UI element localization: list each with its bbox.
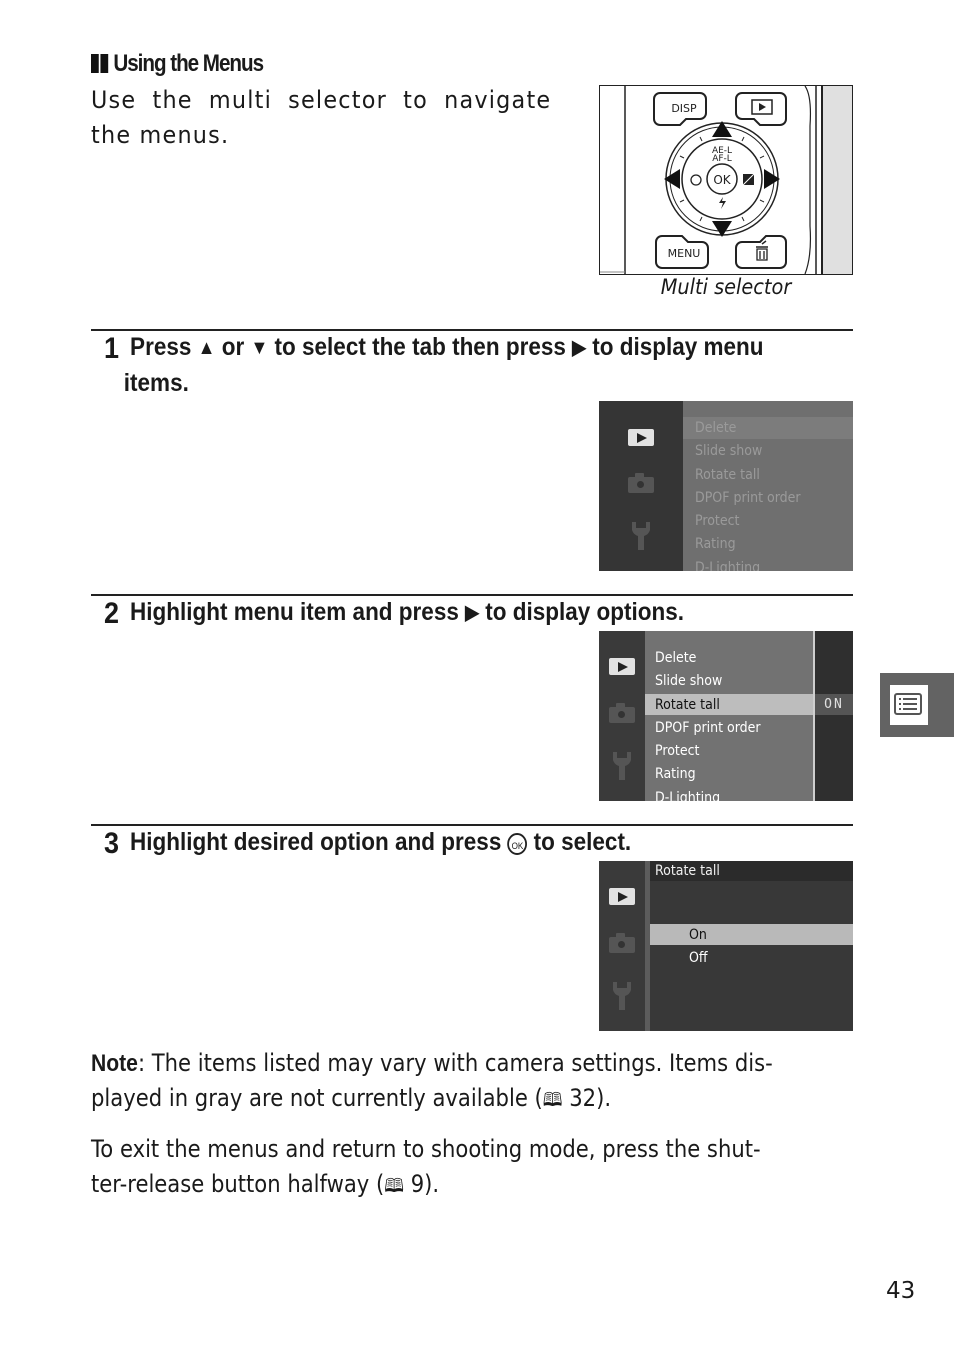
svg-text:MENU: MENU [668, 247, 701, 260]
value-panel: ON [815, 631, 853, 801]
menu-list: Delete Slide show Rotate tall DPOF print or… [683, 417, 801, 571]
step-text: to select. [533, 828, 632, 856]
up-arrow-icon: ▲ [197, 337, 216, 359]
delete-button-icon [735, 235, 787, 269]
ok-button-icon: OK [507, 833, 528, 855]
step-text: to display options. [485, 598, 684, 626]
menu-item[interactable]: D-Lighting [683, 557, 801, 571]
book-reference-icon: 🕮 [384, 1175, 404, 1197]
book-reference-icon: 🕮 [542, 1089, 563, 1111]
current-value: ON [815, 694, 853, 715]
exit-text: ). [424, 1170, 440, 1198]
step-2-instruction: 2 Highlight menu item and press ▶ to dis… [104, 595, 684, 631]
svg-text:OK: OK [713, 173, 731, 187]
section-heading: Using the Menus [91, 50, 264, 78]
setup-tab-icon [613, 752, 631, 780]
step-text: to display menu [592, 333, 764, 361]
exit-text: To exit the menus and return to shooting… [91, 1135, 761, 1163]
panel-divider [645, 861, 650, 1031]
intro-text: Use the multi selector to navigate the m… [91, 86, 552, 149]
menu-tabs-column [599, 631, 645, 801]
step-2-camera-screen: Delete Slide show Rotate tall DPOF print or… [599, 631, 853, 801]
shooting-tab-icon [609, 933, 635, 953]
multi-selector-illustration: DISP OK AE-L AF-L MENU [599, 85, 853, 275]
menu-items-panel: Delete Slide show Rotate tall DPOF print or… [683, 401, 853, 571]
submenu-title: Rotate tall [650, 861, 853, 881]
svg-text:AF-L: AF-L [712, 154, 732, 164]
playback-button-icon [735, 92, 787, 126]
menu-item[interactable]: Rotate tall [683, 464, 801, 487]
playback-tab-icon [609, 658, 635, 675]
menu-list-icon [890, 685, 928, 725]
menu-item[interactable]: Delete [683, 417, 801, 440]
multi-selector-dial-icon: OK AE-L AF-L [664, 121, 780, 237]
step-1-instruction: 1 Press ▲ or ▼ to select the tab then pr… [104, 330, 764, 401]
heading-bullet-icon [100, 54, 109, 73]
menu-item[interactable]: Rotate tall [643, 694, 761, 717]
menu-item[interactable]: Slide show [683, 440, 801, 463]
chapter-tab-marker [880, 673, 954, 737]
step-text: or [221, 333, 245, 361]
menu-item[interactable]: D-Lighting [643, 787, 761, 801]
menu-item[interactable]: Rating [683, 533, 801, 556]
menu-item[interactable]: Protect [683, 510, 801, 533]
step-text: Highlight menu item and press [130, 598, 459, 626]
menu-tabs-column [599, 401, 683, 571]
multi-selector-caption: Multi selector [660, 275, 792, 299]
menu-button-icon: MENU [655, 235, 709, 269]
multi-selector-diagram: DISP OK AE-L AF-L MENU [600, 86, 852, 274]
menu-tabs-column [599, 861, 645, 1031]
menu-item[interactable]: Rating [643, 763, 761, 786]
disp-button-icon: DISP [653, 92, 707, 126]
step-text: to select the tab then press [274, 333, 566, 361]
note-text: played in gray are not currently availab… [91, 1084, 543, 1112]
playback-tab-icon [628, 429, 654, 446]
shooting-tab-icon [609, 703, 635, 723]
step-1-camera-screen: Delete Slide show Rotate tall DPOF print or… [599, 401, 853, 571]
step-3-instruction: 3 Highlight desired option and press OK … [104, 825, 631, 861]
section-heading-text: Using the Menus [113, 50, 264, 77]
note-text: : The items listed may vary with camera … [137, 1049, 773, 1077]
menu-item[interactable]: Delete [643, 647, 761, 670]
step-number: 1 [104, 332, 120, 365]
menu-item[interactable]: Off [677, 947, 708, 970]
menu-item[interactable]: DPOF print order [683, 487, 801, 510]
menu-item[interactable]: DPOF print order [643, 717, 761, 740]
menu-items-panel: Delete Slide show Rotate tall DPOF print or… [645, 631, 813, 801]
menu-list: Delete Slide show Rotate tall DPOF print or… [643, 647, 761, 801]
exit-paragraph: To exit the menus and return to shooting… [91, 1132, 853, 1204]
setup-tab-icon [632, 522, 650, 550]
page-reference-link[interactable]: 32 [569, 1084, 596, 1112]
exit-text: ter-release button halfway ( [91, 1170, 385, 1198]
note-label: Note [91, 1050, 138, 1077]
right-arrow-icon: ▶ [572, 337, 586, 359]
step-number: 2 [104, 597, 120, 630]
step-3-camera-screen: Rotate tall On Off [599, 861, 853, 1031]
menu-item[interactable]: Slide show [643, 670, 761, 693]
right-arrow-icon: ▶ [465, 602, 479, 624]
step-number: 3 [104, 827, 120, 860]
option-list: On Off [677, 924, 708, 971]
note-text: ). [596, 1084, 612, 1112]
menu-item[interactable]: Protect [643, 740, 761, 763]
step-text: Highlight desired option and press [130, 828, 502, 856]
menu-item[interactable]: On [677, 924, 708, 947]
down-arrow-icon: ▼ [250, 337, 269, 359]
playback-tab-icon [609, 888, 635, 905]
note-paragraph: Note: The items listed may vary with cam… [91, 1046, 853, 1118]
page-reference-link[interactable]: 9 [411, 1170, 424, 1198]
heading-bullet-icon [91, 54, 99, 73]
step-text: Press [130, 333, 192, 361]
svg-text:DISP: DISP [671, 102, 697, 115]
step-text: items. [123, 369, 189, 397]
shooting-tab-icon [628, 473, 654, 493]
setup-tab-icon [613, 982, 631, 1010]
page-number: 43 [886, 1278, 916, 1304]
